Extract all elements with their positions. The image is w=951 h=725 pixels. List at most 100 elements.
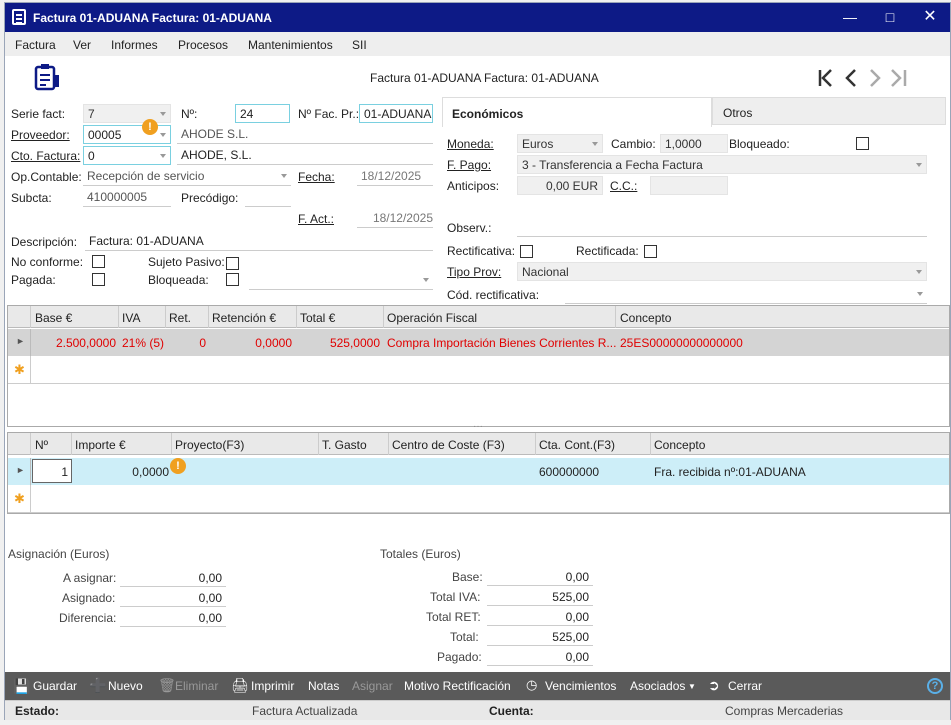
warning-icon: !: [170, 458, 186, 474]
chevron-down-icon[interactable]: [916, 270, 922, 274]
splitter-handle[interactable]: ···: [473, 421, 483, 432]
col-proyecto[interactable]: Proyecto(F3): [175, 438, 244, 452]
new-row[interactable]: ✱: [8, 356, 949, 384]
col-ret[interactable]: Ret.: [169, 311, 191, 325]
new-button[interactable]: Nuevo: [108, 679, 143, 693]
tab-otros[interactable]: Otros: [712, 97, 946, 125]
assign-button[interactable]: Asignar: [352, 679, 393, 693]
opcontable-select[interactable]: Recepción de servicio: [83, 167, 291, 186]
menu-sii[interactable]: SII: [352, 38, 367, 52]
save-button[interactable]: Guardar: [33, 679, 77, 693]
serie-select[interactable]: 7: [83, 104, 171, 123]
chevron-down-icon[interactable]: [592, 142, 598, 146]
pagada-checkbox[interactable]: [92, 273, 105, 286]
fact-label[interactable]: F. Act.:: [298, 212, 334, 226]
fact-input[interactable]: 18/12/2025: [357, 209, 433, 228]
tipoprov-select[interactable]: Nacional: [517, 262, 927, 281]
close-form-button[interactable]: Cerrar: [728, 679, 762, 693]
col-operacion[interactable]: Operación Fiscal: [387, 311, 477, 325]
close-button[interactable]: ✕: [915, 7, 945, 27]
bloqueado-checkbox[interactable]: [856, 137, 869, 150]
col-importe[interactable]: Importe €: [75, 438, 126, 452]
col-tgasto[interactable]: T. Gasto: [322, 438, 367, 452]
title-bar: Factura 01-ADUANA Factura: 01-ADUANA — □…: [5, 3, 950, 32]
menu-mantenimientos[interactable]: Mantenimientos: [248, 38, 333, 52]
invoice-window: Factura 01-ADUANA Factura: 01-ADUANA — □…: [4, 2, 951, 720]
associated-button[interactable]: Asociados: [630, 679, 685, 693]
table-row[interactable]: ► 1 0,0000 ! 600000000 Fra. recibida nº:…: [8, 458, 949, 485]
invoice-icon: [34, 64, 59, 91]
bloqueada-label: Bloqueada:: [148, 273, 209, 287]
col-iva[interactable]: IVA: [122, 311, 140, 325]
proveedor-label[interactable]: Proveedor:: [11, 128, 70, 142]
cto-input[interactable]: 0: [83, 146, 171, 165]
chevron-down-icon[interactable]: [917, 292, 923, 296]
rectificada-checkbox[interactable]: [644, 245, 657, 258]
menu-informes[interactable]: Informes: [111, 38, 158, 52]
chevron-down-icon[interactable]: [160, 133, 166, 137]
col-cta-cont[interactable]: Cta. Cont.(F3): [539, 438, 615, 452]
menu-ver[interactable]: Ver: [73, 38, 91, 52]
precodigo-input[interactable]: [245, 188, 291, 207]
bloqueada-checkbox[interactable]: [226, 273, 239, 286]
fecha-label[interactable]: Fecha:: [298, 170, 335, 184]
help-icon[interactable]: ?: [927, 678, 943, 694]
menu-procesos[interactable]: Procesos: [178, 38, 228, 52]
chevron-down-icon[interactable]: [160, 112, 166, 116]
col-concepto[interactable]: Concepto: [620, 311, 671, 325]
total-iva-value: 525,00: [487, 588, 593, 606]
rectificativa-label: Rectificativa:: [447, 244, 516, 258]
moneda-select[interactable]: Euros: [517, 134, 603, 153]
tab-economicos[interactable]: Económicos: [442, 97, 712, 127]
moneda-label[interactable]: Moneda:: [447, 137, 494, 151]
total-ret-value: 0,00: [487, 608, 593, 626]
subcta-input[interactable]: 410000005: [83, 188, 171, 207]
cto-label[interactable]: Cto. Factura:: [11, 149, 80, 163]
tipoprov-label[interactable]: Tipo Prov:: [447, 265, 501, 279]
pagado-label: Pagado:: [437, 650, 482, 664]
rectification-reason-button[interactable]: Motivo Rectificación: [404, 679, 511, 693]
status-bar: Estado: Factura Actualizada Cuenta: Comp…: [5, 700, 950, 720]
chevron-down-icon[interactable]: [916, 163, 922, 167]
observ-input[interactable]: [517, 218, 927, 237]
bloqueada-select[interactable]: [249, 271, 433, 290]
menu-factura[interactable]: Factura: [15, 38, 56, 52]
cell-operacion: Compra Importación Bienes Corrientes R..…: [387, 336, 617, 350]
cc-label[interactable]: C.C.:: [610, 179, 637, 193]
sujeto-checkbox[interactable]: [226, 257, 239, 270]
codrect-select[interactable]: [565, 285, 927, 304]
col-num[interactable]: Nº: [35, 438, 48, 452]
calendar-icon: ◷: [526, 677, 538, 692]
chevron-down-icon[interactable]: [160, 154, 166, 158]
table-row[interactable]: ► 2.500,0000 21% (5) 0 0,0000 525,0000 C…: [8, 329, 949, 356]
printer-icon: 🖨: [231, 677, 249, 693]
descripcion-input[interactable]: Factura: 01-ADUANA: [85, 232, 433, 251]
fecha-input[interactable]: 18/12/2025: [357, 167, 433, 186]
col-retencion[interactable]: Retención €: [212, 311, 276, 325]
col-total[interactable]: Total €: [300, 311, 335, 325]
col-centro-coste[interactable]: Centro de Coste (F3): [392, 438, 505, 452]
notes-button[interactable]: Notas: [308, 679, 339, 693]
estado-label: Estado:: [15, 704, 60, 718]
num-input[interactable]: 24: [235, 104, 290, 123]
col-base[interactable]: Base €: [35, 311, 72, 325]
fac-pr-input[interactable]: 01-ADUANA: [359, 104, 433, 123]
rectificativa-checkbox[interactable]: [520, 245, 533, 258]
print-button[interactable]: Imprimir: [251, 679, 294, 693]
maximize-button[interactable]: □: [875, 7, 905, 27]
cc-input[interactable]: [650, 176, 728, 195]
cuenta-value: Compras Mercaderias: [725, 704, 844, 718]
new-row[interactable]: ✱: [8, 485, 949, 513]
row-pointer-icon: ►: [16, 465, 25, 475]
cell-total: 525,0000: [329, 336, 380, 350]
noconforme-checkbox[interactable]: [92, 255, 105, 268]
fpago-select[interactable]: 3 - Transferencia a Fecha Factura: [517, 155, 927, 174]
chevron-down-icon[interactable]: [423, 278, 429, 282]
col-concepto[interactable]: Concepto: [654, 438, 705, 452]
due-dates-button[interactable]: Vencimientos: [545, 679, 616, 693]
fpago-label[interactable]: F. Pago:: [447, 158, 491, 172]
delete-button[interactable]: Eliminar: [175, 679, 218, 693]
minimize-button[interactable]: —: [835, 7, 865, 27]
chevron-down-icon[interactable]: [281, 174, 287, 178]
cambio-input[interactable]: 1,0000: [660, 134, 728, 153]
